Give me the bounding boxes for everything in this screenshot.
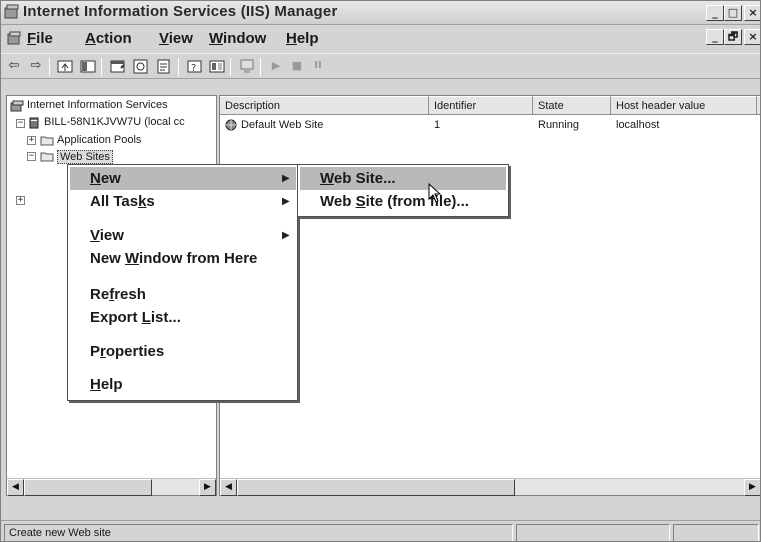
close-button[interactable]: ×	[744, 5, 760, 21]
computer-icon[interactable]	[238, 58, 256, 75]
maximize-button[interactable]: □	[724, 5, 742, 21]
submenu-item-web-site[interactable]: Web Site...	[320, 170, 396, 187]
menu-item-view[interactable]: View	[90, 227, 124, 244]
title-bar[interactable]: Internet Information Services (IIS) Mana…	[1, 1, 760, 25]
menu-item-help[interactable]: Help	[90, 376, 123, 393]
up-folder-icon[interactable]	[56, 58, 74, 75]
properties-icon[interactable]	[109, 58, 127, 75]
column-header-filler	[757, 96, 760, 115]
cell-host-header: localhost	[616, 119, 660, 131]
folder-icon	[40, 152, 54, 162]
menu-separator	[71, 333, 295, 334]
toolbar-separator	[101, 58, 102, 76]
tree-item-server[interactable]: BILL-58N1KJVW7U (local cc	[44, 116, 185, 128]
show-console-tree-icon[interactable]	[208, 58, 226, 75]
show-hide-tree-icon[interactable]	[79, 58, 97, 75]
menu-item-all-tasks[interactable]: All Tasks	[90, 193, 155, 210]
export-list-icon[interactable]	[155, 58, 173, 75]
toolbar-separator	[49, 58, 50, 76]
menu-item-new-window[interactable]: New Window from Here	[90, 250, 257, 267]
cell-identifier: 1	[434, 119, 441, 131]
expander-minus-icon[interactable]: −	[16, 119, 25, 128]
web-site-globe-icon	[225, 119, 237, 131]
column-header-identifier[interactable]: Identifier	[429, 96, 533, 115]
scroll-left-icon[interactable]: ◀	[7, 479, 24, 496]
menu-item-export-list[interactable]: Export List...	[90, 309, 181, 326]
tree-horizontal-scrollbar[interactable]: ◀ ▶	[7, 478, 216, 496]
iis-root-icon	[10, 100, 24, 112]
column-header-description[interactable]: Description	[220, 96, 429, 115]
forward-arrow-icon[interactable]: ⇨	[27, 58, 45, 75]
stop-icon[interactable]: ■	[288, 58, 306, 75]
doc-close-button[interactable]: ×	[744, 29, 760, 45]
menu-separator	[71, 218, 295, 219]
doc-restore-button[interactable]: 🗗	[724, 29, 742, 45]
menu-item-new[interactable]: New	[90, 170, 121, 187]
tree-item-iis-root[interactable]: Internet Information Services	[27, 99, 168, 111]
details-list[interactable]: Description Identifier State Host header…	[219, 95, 760, 496]
menu-item-properties[interactable]: Properties	[90, 343, 164, 360]
toolbar-separator	[260, 58, 261, 76]
iis-manager-window: Internet Information Services (IIS) Mana…	[0, 0, 761, 542]
menu-view[interactable]: View	[159, 30, 193, 47]
expander-plus-icon[interactable]: +	[27, 136, 36, 145]
context-menu: New ▶ All Tasks ▶ View ▶ New Window from…	[67, 164, 298, 401]
toolbar-separator	[230, 58, 231, 76]
status-panel	[673, 524, 759, 541]
menu-separator	[71, 276, 295, 277]
scroll-right-icon[interactable]: ▶	[744, 479, 760, 496]
scroll-right-icon[interactable]: ▶	[199, 479, 216, 496]
play-icon[interactable]: ▶	[267, 58, 285, 75]
menu-file[interactable]: File	[27, 30, 53, 47]
menu-bar: File Action View Window Help _ 🗗 ×	[1, 27, 760, 51]
refresh-icon[interactable]	[132, 58, 150, 75]
server-icon	[29, 117, 39, 129]
doc-minimize-button[interactable]: _	[706, 29, 724, 45]
scroll-thumb[interactable]	[24, 479, 152, 496]
mouse-pointer-icon	[428, 183, 442, 203]
back-arrow-icon[interactable]: ⇦	[5, 58, 23, 75]
list-horizontal-scrollbar[interactable]: ◀ ▶	[220, 478, 760, 496]
menu-help[interactable]: Help	[286, 30, 319, 47]
menu-separator	[71, 367, 295, 368]
menu-window[interactable]: Window	[209, 30, 266, 47]
column-header-host-header[interactable]: Host header value	[611, 96, 757, 115]
submenu-arrow-icon: ▶	[282, 230, 290, 241]
status-bar: Create new Web site	[1, 520, 760, 541]
toolbar-separator	[178, 58, 179, 76]
cell-state: Running	[538, 119, 579, 131]
window-title: Internet Information Services (IIS) Mana…	[23, 3, 338, 20]
console-doc-icon[interactable]	[7, 31, 21, 46]
tree-item-web-sites[interactable]: Web Sites	[57, 150, 113, 164]
scroll-thumb[interactable]	[237, 479, 515, 496]
help-icon[interactable]: ?	[186, 58, 204, 75]
pause-icon[interactable]: II	[309, 58, 327, 75]
folder-icon	[40, 136, 54, 146]
submenu-arrow-icon: ▶	[282, 173, 290, 184]
menu-action[interactable]: Action	[85, 30, 132, 47]
column-header-state[interactable]: State	[533, 96, 611, 115]
submenu-new: Web Site... Web Site (from file)...	[297, 164, 509, 217]
tree-item-application-pools[interactable]: Application Pools	[57, 134, 141, 146]
cell-description: Default Web Site	[241, 119, 324, 131]
status-panel	[516, 524, 670, 541]
minimize-button[interactable]: _	[706, 5, 724, 21]
status-text: Create new Web site	[4, 524, 513, 541]
expander-plus-icon[interactable]: +	[16, 196, 25, 205]
submenu-item-web-site-from-file[interactable]: Web Site (from file)...	[320, 193, 469, 210]
svg-text:?: ?	[191, 63, 196, 74]
submenu-arrow-icon: ▶	[282, 196, 290, 207]
scroll-left-icon[interactable]: ◀	[220, 479, 237, 496]
menu-item-refresh[interactable]: Refresh	[90, 286, 146, 303]
expander-minus-icon[interactable]: −	[27, 152, 36, 161]
iis-app-icon	[4, 4, 19, 19]
toolbar: ⇦ ⇨ ? ▶ ■ II	[1, 53, 760, 79]
